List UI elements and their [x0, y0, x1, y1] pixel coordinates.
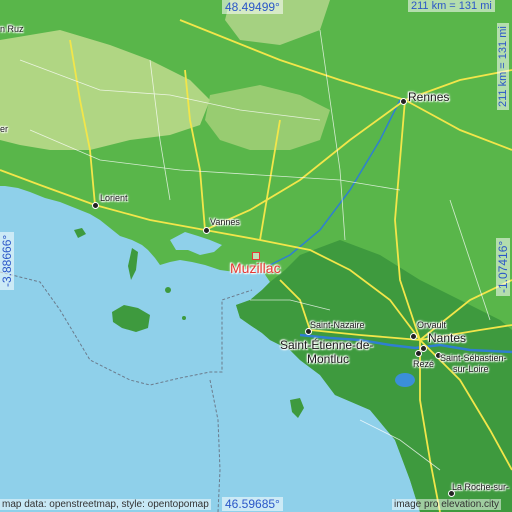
north-latitude: 48.49499° — [222, 0, 283, 14]
scale-vertical: 211 km = 131 mi — [497, 23, 509, 110]
reze-dot — [415, 350, 422, 357]
place-label-reze: Rezé — [413, 359, 435, 369]
place-label-ruz: n Ruz — [0, 24, 24, 34]
muzillac-label[interactable]: Muzillac — [230, 260, 281, 276]
place-label-rennes: Rennes — [408, 90, 450, 104]
place-label-nantes: Nantes — [428, 331, 467, 345]
place-label-saint-etienne-2: Montluc — [307, 352, 350, 366]
place-label-sea-partial: er — [0, 124, 9, 134]
muzillac-marker[interactable] — [252, 252, 260, 260]
hoedic — [182, 316, 186, 320]
attribution-map-data: map data: openstreetmap, style: opentopo… — [0, 499, 211, 510]
lac-de-grand-lieu — [395, 373, 415, 387]
orvault-dot — [410, 333, 417, 340]
south-latitude: 46.59685° — [222, 497, 283, 511]
attribution-image: image pro elevation.city — [392, 499, 502, 510]
place-label-lorient: Lorient — [100, 193, 128, 203]
east-longitude: -1.07416° — [496, 237, 510, 296]
houat — [165, 287, 171, 293]
scale-horizontal: 211 km = 131 mi — [408, 0, 495, 12]
vannes-dot — [203, 227, 210, 234]
rennes-dot — [400, 98, 407, 105]
place-label-vannes: Vannes — [210, 217, 240, 227]
place-label-saint-etienne-1: Saint-Étienne-de- — [280, 338, 374, 352]
west-longitude: -3.88666° — [0, 231, 14, 290]
lorient-dot — [92, 202, 99, 209]
place-label-saint-sebastien-2: sur-Loire — [453, 364, 489, 374]
place-label-saint-sebastien-1: Saint-Sébastien- — [440, 353, 507, 363]
place-label-la-roche: La Roche-sur- — [452, 482, 510, 492]
place-label-orvault: Orvault — [417, 320, 447, 330]
map-view[interactable]: n Ruz er Rennes Lorient Vannes Saint-Naz… — [0, 0, 512, 512]
place-label-saint-nazaire: Saint-Nazaire — [310, 320, 365, 330]
